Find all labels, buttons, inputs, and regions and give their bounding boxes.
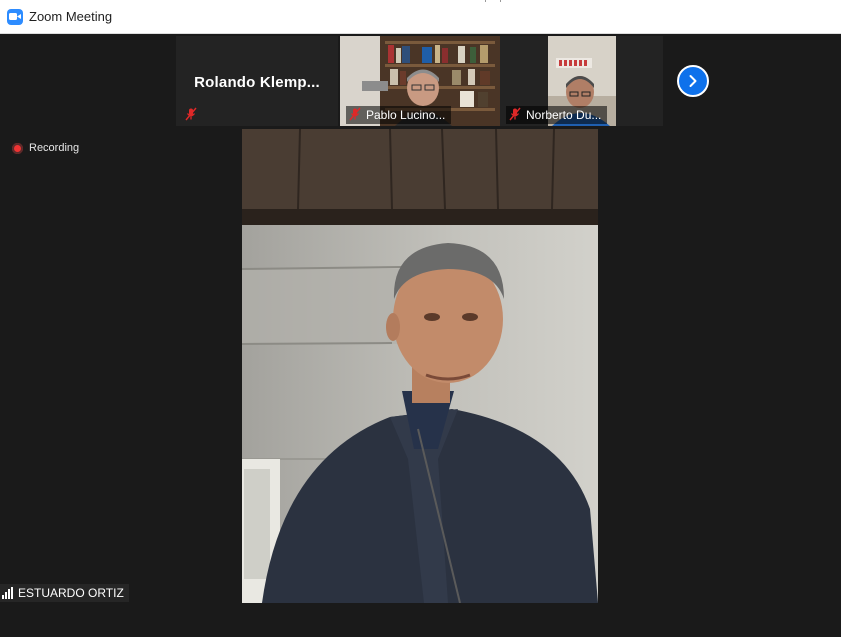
recording-dot-icon [12,142,23,154]
muted-mic-icon [184,107,198,124]
signal-bars-icon [2,587,14,599]
participant-name: Pablo Lucino... [366,108,446,122]
active-speaker-label: ESTUARDO ORTIZ [0,584,129,602]
chevron-right-icon [689,75,697,87]
participant-tile-norberto[interactable]: Norberto Du... [500,36,663,126]
next-page-button[interactable] [677,65,709,97]
active-speaker-name: ESTUARDO ORTIZ [18,586,124,600]
muted-mic-icon [348,107,362,124]
titlebar-divider [485,0,501,2]
participant-tile-rolando[interactable]: Rolando Klemp... [176,36,338,126]
window-titlebar: Zoom Meeting [0,0,841,34]
zoom-camera-icon [7,8,23,25]
recording-indicator[interactable]: Recording [12,142,79,154]
participant-name: Norberto Du... [526,108,602,122]
participant-tile-pablo[interactable]: Pablo Lucino... [340,36,500,126]
participant-label: Pablo Lucino... [346,106,452,124]
window-title: Zoom Meeting [29,9,113,24]
participant-label: Norberto Du... [506,106,608,124]
participant-label [182,106,208,124]
recording-label: Recording [29,142,80,154]
meeting-stage: Rolando Klemp... Pablo Lucino... Norbert… [0,34,841,637]
speaker-video-feed [242,129,598,603]
muted-mic-icon [508,107,522,124]
participant-name-large: Rolando Klemp... [194,74,320,91]
active-speaker-video [242,129,598,603]
